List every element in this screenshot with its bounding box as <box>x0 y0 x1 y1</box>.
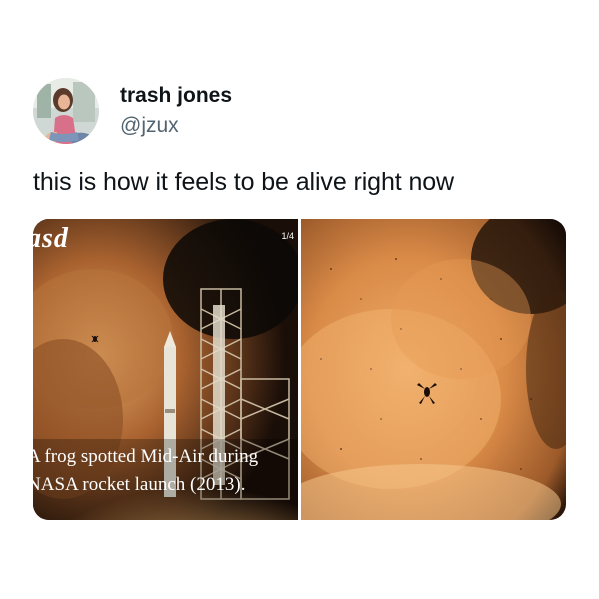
display-name[interactable]: trash jones <box>120 84 232 108</box>
user-handle[interactable]: @jzux <box>120 114 179 138</box>
avatar-photo <box>33 78 99 144</box>
avatar[interactable] <box>33 78 99 144</box>
tweet-text: this is how it feels to be alive right n… <box>33 168 455 196</box>
page-indicator: 1/4 <box>281 231 294 241</box>
caption-line-2: NASA rocket launch (2013). <box>33 474 246 495</box>
media-image-rocket-launch[interactable]: asd 1/4 A frog spotted Mid-Air during NA… <box>33 219 298 520</box>
caption-line-1: A frog spotted Mid-Air during <box>33 446 259 467</box>
image-caption: A frog spotted Mid-Air during NASA rocke… <box>33 443 298 499</box>
media-image-frog-closeup[interactable] <box>301 219 566 520</box>
frog-closeup-photo <box>301 219 566 520</box>
media-grid: asd 1/4 A frog spotted Mid-Air during NA… <box>33 219 566 520</box>
tweet: trash jones @jzux this is how it feels t… <box>0 0 599 599</box>
brand-logo: asd <box>33 223 69 254</box>
